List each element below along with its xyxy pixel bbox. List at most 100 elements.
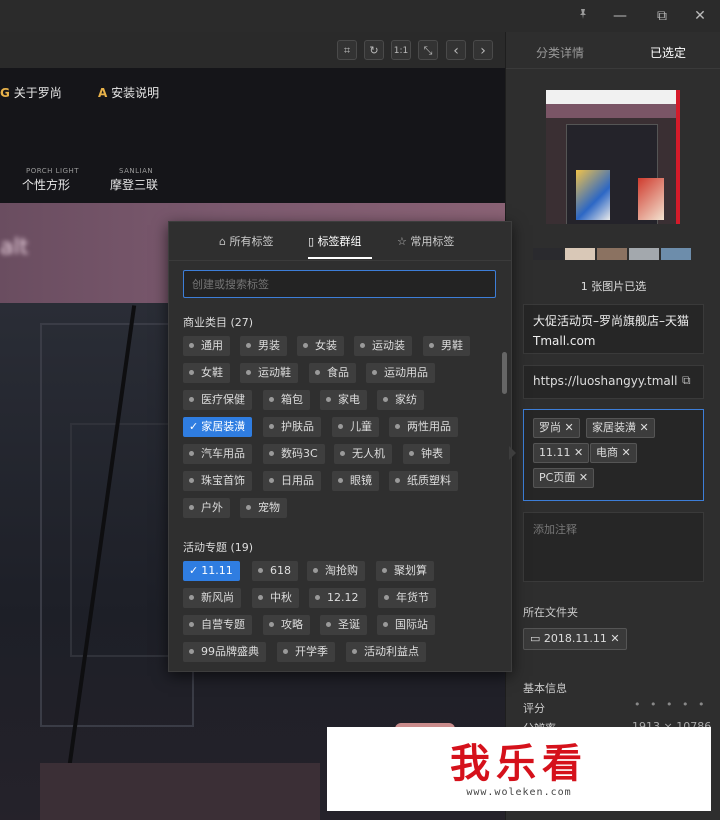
tag-option[interactable]: 淘抢购 (307, 561, 365, 581)
fit-screen-icon[interactable]: ⤡ (418, 40, 438, 60)
check-icon: ✓ (189, 564, 199, 577)
tag-option[interactable]: 聚划算 (376, 561, 434, 581)
tag-option[interactable]: 纸质塑料 (389, 471, 458, 491)
folder-chip[interactable]: ▭ 2018.11.11 ✕ (523, 628, 627, 650)
dot-icon (246, 343, 251, 348)
nav-item-label: 个性方形 (22, 178, 71, 192)
tag-option[interactable]: 眼镜 (332, 471, 379, 491)
url-text: https://luoshangyy.tmall.c (533, 374, 677, 388)
external-link-icon[interactable]: ⧉ (682, 373, 691, 388)
tag-option[interactable]: 圣诞 (320, 615, 367, 635)
tag-option[interactable]: 户外 (183, 498, 230, 518)
tag-option[interactable]: 女鞋 (183, 363, 230, 383)
tag-option[interactable]: ✓ 11.11 (183, 561, 240, 581)
next-image-button[interactable]: › (473, 40, 493, 60)
selection-count: 1 张图片已选 (580, 280, 647, 293)
rating-dots[interactable]: • • • • • (634, 698, 707, 711)
tags-field[interactable]: 罗尚 ✕ 家居装潢 ✕ 11.11 ✕ 电商 ✕ PC页面 ✕ (523, 409, 704, 501)
tag-option[interactable]: 99品牌盛典 (183, 642, 266, 662)
tag-option[interactable]: 男鞋 (423, 336, 470, 356)
tag-option[interactable]: 国际站 (377, 615, 435, 635)
tag-option[interactable]: 活动利益点 (346, 642, 426, 662)
scrollbar[interactable] (502, 352, 507, 394)
actual-size-button[interactable]: 1:1 (391, 40, 411, 60)
basic-info-label: 基本信息 (523, 682, 567, 695)
dot-icon (315, 370, 320, 375)
tag-chip[interactable]: PC页面 ✕ (533, 468, 595, 488)
tag-chip[interactable]: 电商 ✕ (590, 443, 637, 463)
rotate-icon[interactable]: ↻ (364, 40, 384, 60)
dot-icon (303, 343, 308, 348)
dot-icon (189, 370, 194, 375)
tag-option-label: 中秋 (270, 591, 292, 604)
tag-option[interactable]: 钟表 (403, 444, 450, 464)
restore-button[interactable]: ⧉ (652, 6, 672, 26)
tag-option[interactable]: 日用品 (263, 471, 321, 491)
tag-option[interactable]: 新风尚 (183, 588, 241, 608)
image-thumbnail[interactable] (546, 90, 680, 224)
tag-search-input[interactable] (183, 270, 496, 298)
tag-chip[interactable]: 11.11 ✕ (533, 443, 590, 463)
tag-option[interactable]: 箱包 (263, 390, 310, 410)
color-swatch[interactable] (565, 248, 595, 260)
dot-icon (269, 622, 274, 627)
tag-option[interactable]: 运动鞋 (240, 363, 298, 383)
pin-icon[interactable] (573, 6, 593, 26)
minimize-button[interactable]: — (610, 6, 630, 26)
tag-option[interactable]: 年货节 (378, 588, 436, 608)
color-swatch[interactable] (533, 248, 563, 260)
remove-icon: ✕ (639, 421, 649, 434)
tag-option[interactable]: 数码3C (263, 444, 325, 464)
title-field[interactable]: 大促活动页–罗尚旗舰店–天猫Tmall.com (523, 304, 704, 354)
tab-selected[interactable]: 已选定 (650, 44, 686, 61)
folder-icon: ▭ (530, 632, 541, 645)
dot-icon (189, 505, 194, 510)
tag-option[interactable]: 护肤品 (263, 417, 321, 437)
tag-chip[interactable]: 家居装潢 ✕ (586, 418, 655, 438)
tag-option[interactable]: 汽车用品 (183, 444, 252, 464)
popup-pointer (509, 446, 516, 460)
crop-icon[interactable]: ⌗ (337, 40, 357, 60)
color-swatch[interactable] (661, 248, 691, 260)
tag-option[interactable]: 运动用品 (366, 363, 435, 383)
close-button[interactable]: ✕ (690, 6, 710, 26)
dot-icon (429, 343, 434, 348)
previous-image-button[interactable]: ‹ (446, 40, 466, 60)
tag-option[interactable]: 618 (252, 561, 298, 581)
tag-option-label: 两性用品 (407, 420, 451, 433)
tag-option[interactable]: 女装 (297, 336, 344, 356)
tag-option[interactable]: 儿童 (332, 417, 379, 437)
tag-option[interactable]: 中秋 (252, 588, 299, 608)
tag-option[interactable]: 12.12 (309, 588, 366, 608)
dot-icon (189, 478, 194, 483)
tag-option[interactable]: 家电 (320, 390, 367, 410)
tab-all-tags[interactable]: ⌂ 所有标签 (219, 233, 273, 249)
tag-option[interactable]: 开学季 (277, 642, 335, 662)
color-swatch[interactable] (597, 248, 627, 260)
tag-option[interactable]: 宠物 (240, 498, 287, 518)
tag-option[interactable]: 自营专题 (183, 615, 252, 635)
tag-option[interactable]: 医疗保健 (183, 390, 252, 410)
tab-category-details[interactable]: 分类详情 (536, 44, 584, 61)
tag-option[interactable]: 男装 (240, 336, 287, 356)
color-swatch[interactable] (629, 248, 659, 260)
tag-option[interactable]: ✓ 家居装潢 (183, 417, 253, 437)
tag-option[interactable]: 珠宝首饰 (183, 471, 252, 491)
dot-icon (246, 505, 251, 510)
url-field[interactable]: https://luoshangyy.tmall.c ⧉ (523, 365, 704, 399)
tag-option[interactable]: 通用 (183, 336, 230, 356)
tag-option-label: 纸质塑料 (407, 474, 451, 487)
dot-icon (269, 424, 274, 429)
tag-option[interactable]: 家纺 (377, 390, 424, 410)
tag-option[interactable]: 食品 (309, 363, 356, 383)
tab-common-tags[interactable]: ☆ 常用标签 (397, 233, 454, 249)
tag-picker-popup: ⌂ 所有标签 ▯ 标签群组 ☆ 常用标签 商业类目 (27) 通用 男装 女装 运动装… (168, 221, 512, 672)
tag-chip[interactable]: 罗尚 ✕ (533, 418, 580, 438)
tag-option[interactable]: 无人机 (334, 444, 392, 464)
tab-tag-groups[interactable]: ▯ 标签群组 (308, 233, 362, 249)
note-field[interactable]: 添加注释 (523, 512, 704, 582)
tag-option[interactable]: 攻略 (263, 615, 310, 635)
tag-option-label: 男装 (258, 339, 280, 352)
tag-option[interactable]: 两性用品 (389, 417, 458, 437)
tag-option[interactable]: 运动装 (354, 336, 412, 356)
